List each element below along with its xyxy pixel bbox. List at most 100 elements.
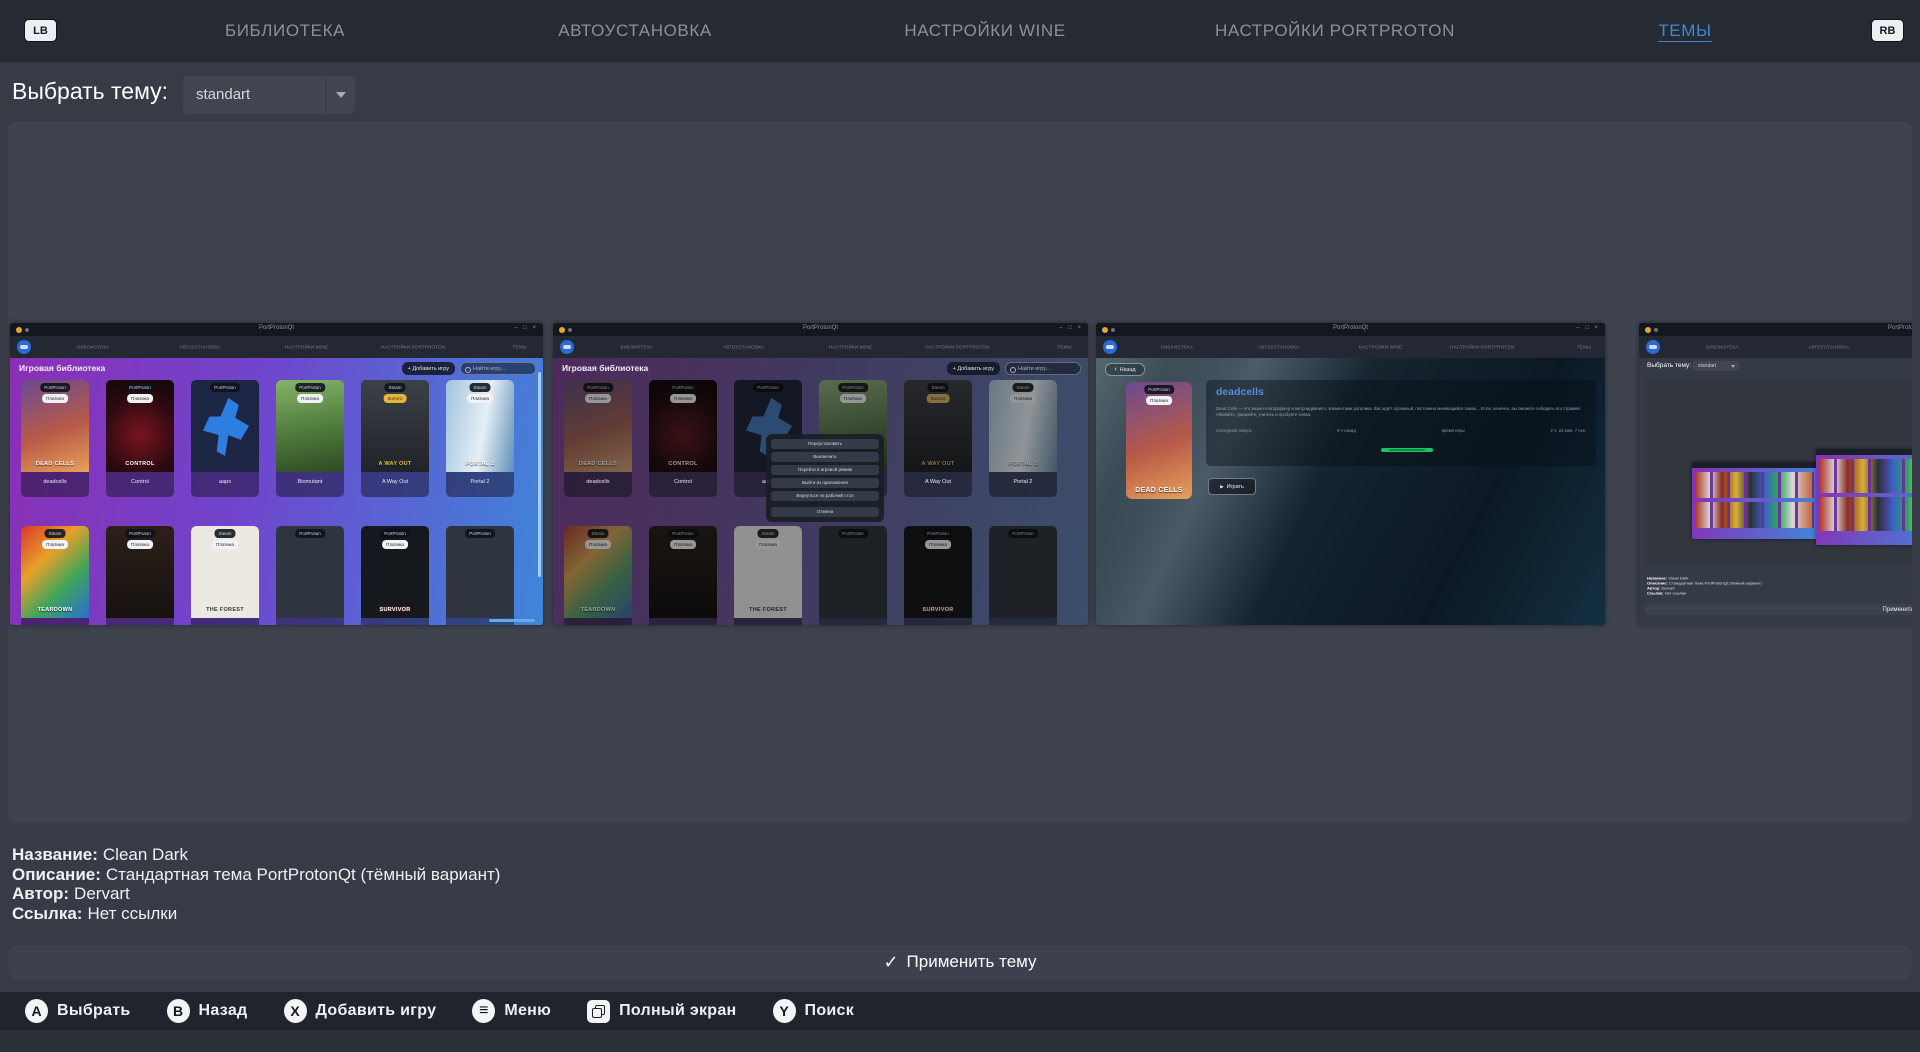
trophy-badge: Платина [670, 394, 696, 403]
apply-theme-button[interactable]: ✓ Применить тему [8, 945, 1912, 979]
mini-game-card: PortProton Платина Biomutant [276, 380, 344, 497]
trophy-badge: Платина [212, 540, 238, 549]
rb-shoulder-badge[interactable]: RB [1872, 20, 1903, 41]
mini-nav-tab: ТЕМЫ [1533, 336, 1605, 358]
mini-game-card: PortProton Платина CONTROL Control [106, 380, 174, 497]
theme-screenshot-themes-page[interactable]: PortProtonQt – □ × БИБЛИОТЕКААВТОУСТАНОВ… [1639, 323, 1912, 625]
mini-game-description: Dead Cells — это экшен-платформер и метр… [1216, 406, 1586, 418]
main-tab[interactable]: БИБЛИОТЕКА [110, 0, 460, 62]
mini-nav-tab: БИБЛИОТЕКА [1126, 336, 1228, 358]
game-cover-art: Steam Платина THE FOREST [734, 526, 802, 618]
stat-label: время игры [1442, 428, 1465, 433]
mini-game-card: PortProton [446, 526, 514, 625]
mini-game-page-title: deadcells [1216, 386, 1264, 398]
service-badge: PortProton [1008, 529, 1038, 538]
game-cover-art: PortProton [819, 526, 887, 618]
gamepad-logo-icon [17, 340, 31, 354]
theme-screenshot-dark[interactable]: PortProtonQt – □ × БИБЛИОТЕКААВТОУСТАНОВ… [553, 323, 1088, 625]
mini-achievement-progressbar [1381, 448, 1433, 452]
main-tab[interactable]: АВТОУСТАНОВКА [460, 0, 810, 62]
gamepad-logo-icon [1103, 340, 1117, 354]
footer-strip [0, 1030, 1920, 1052]
mini-nav-tab: ТЕМЫ [466, 336, 543, 358]
theme-desc-label: Описание: [12, 865, 101, 884]
service-badge: Steam [469, 383, 490, 392]
nested-card-row [1696, 472, 1814, 498]
game-cover-art: Steam Платина PORTAL 2 [446, 380, 514, 472]
trophy-badge: Платина [670, 540, 696, 549]
game-title: A Way Out [361, 479, 429, 485]
mini-game-card: Steam Платина THE FOREST The Forest [734, 526, 802, 625]
cover-title-text: CONTROL [106, 461, 174, 467]
cover-title-text: CONTROL [649, 461, 717, 467]
gamepad-hint[interactable]: ≡ Меню [472, 999, 551, 1023]
trophy-badge: Платина [467, 394, 493, 403]
theme-link-value: Нет ссылки [87, 904, 177, 923]
mini-game-card: Steam Платина PORTAL 2 Portal 2 [446, 380, 514, 497]
main-tab[interactable]: НАСТРОЙКИ WINE [810, 0, 1160, 62]
game-cover-art: PortProton [446, 526, 514, 618]
gamepad-hint[interactable]: A Выбрать [25, 999, 131, 1023]
gamepad-button-icon: X [284, 999, 307, 1023]
dropdown-arrow-zone[interactable] [325, 76, 355, 114]
mini-game-card: Steam Золото A WAY OUT A Way Out [361, 380, 429, 497]
cover-title-text: DEAD CELLS [564, 461, 632, 467]
gamepad-hint[interactable]: B Назад [167, 999, 248, 1023]
game-title: Control [106, 479, 174, 485]
theme-screenshot-game-page[interactable]: PortProtonQt – □ × БИБЛИОТЕКААВТОУСТАНОВ… [1096, 323, 1605, 625]
mini-context-menu: ПереустановитьВыключитьПерейти в игровой… [766, 434, 884, 522]
mini-game-cover: PortProton Платина DEAD CELLS [1126, 382, 1192, 499]
mini-game-row: Steam Платина TEARDOWN Teardown PortProt… [21, 526, 514, 625]
cover-title-text: A WAY OUT [904, 461, 972, 467]
game-cover-art: PortProton [191, 380, 259, 472]
mini-back-button: Назад [1105, 363, 1145, 376]
game-title: Biomutant [276, 479, 344, 485]
mini-game-card: Steam Платина THE FOREST The Forest [191, 526, 259, 625]
mini-window-nav: БИБЛИОТЕКААВТОУСТАНОВКАНАСТРОЙКИ WINEНАС… [1096, 336, 1605, 358]
game-cover-art: Steam Платина THE FOREST [191, 526, 259, 618]
main-tab[interactable]: НАСТРОЙКИ PORTPROTON [1160, 0, 1510, 62]
theme-screenshot-light[interactable]: PortProtonQt – □ × БИБЛИОТЕКААВТОУСТАНОВ… [10, 323, 543, 625]
trophy-badge: Платина [840, 394, 866, 403]
game-cover-art: PortProton Платина DEAD CELLS [564, 380, 632, 472]
mini-context-menu-item: Выйти из приложения [771, 478, 879, 488]
mini-game-card: PortProton Платина SURVIVOR Survivor [361, 526, 429, 625]
service-badge: PortProton [753, 383, 783, 392]
mini-window-title: PortProtonQt [1639, 325, 1912, 331]
theme-dropdown-value: standart [196, 86, 250, 103]
mini-nav-tab: НАСТРОЙКИ WINE [1882, 336, 1912, 358]
gamepad-hint[interactable]: X Добавить игру [284, 999, 437, 1023]
service-badge: Steam [44, 529, 65, 538]
mini-game-card: PortProton [989, 526, 1057, 625]
service-badge: PortProton [295, 529, 325, 538]
theme-select-label: Выбрать тему: [12, 78, 168, 105]
theme-author-line: Автор:Dervart [12, 884, 500, 904]
service-badge: PortProton [125, 529, 155, 538]
mini-game-card: Steam Золото A WAY OUT A Way Out [904, 380, 972, 497]
stat-label: последний запуск [1216, 428, 1251, 433]
mini-window-nav: БИБЛИОТЕКААВТОУСТАНОВКАНАСТРОЙКИ WINEНАС… [553, 336, 1088, 358]
trophy-badge: Платина [127, 394, 153, 403]
mini-game-page-body: Назад PortProton Платина DEAD CELLS dead… [1096, 358, 1605, 625]
lb-shoulder-badge[interactable]: LB [25, 20, 56, 41]
gamepad-hint[interactable]: Полный экран [587, 1000, 736, 1023]
game-cover-art: PortProton [989, 526, 1057, 618]
main-tab[interactable]: ТЕМЫ [1510, 0, 1860, 62]
mini-window-title: PortProtonQt [553, 325, 1088, 331]
service-badge: Steam [757, 529, 778, 538]
cover-title-text: TEARDOWN [21, 607, 89, 613]
mini-play-button: Играть [1208, 478, 1256, 495]
nested-theme-thumbnail [1816, 449, 1912, 545]
theme-author-label: Автор: [12, 884, 69, 903]
theme-desc-line: Описание:Стандартная тема PortProtonQt (… [12, 865, 500, 885]
mini-nav-tab: НАСТРОЙКИ PORTPROTON [904, 336, 1011, 358]
mini-game-card: PortProton Платина [649, 526, 717, 625]
theme-dropdown[interactable]: standart [183, 76, 355, 114]
mini-game-row: Steam Платина TEARDOWN Teardown PortProt… [564, 526, 1057, 625]
gamepad-hint[interactable]: Y Поиск [773, 999, 855, 1023]
service-badge: PortProton [838, 529, 868, 538]
mini-library-body: Игровая библиотека + Добавить игру Найти… [553, 358, 1088, 625]
game-title: Portal 2 [989, 479, 1057, 485]
mini-nav-tab: НАСТРОЙКИ WINE [1330, 336, 1432, 358]
cover-title-text: A WAY OUT [361, 461, 429, 467]
